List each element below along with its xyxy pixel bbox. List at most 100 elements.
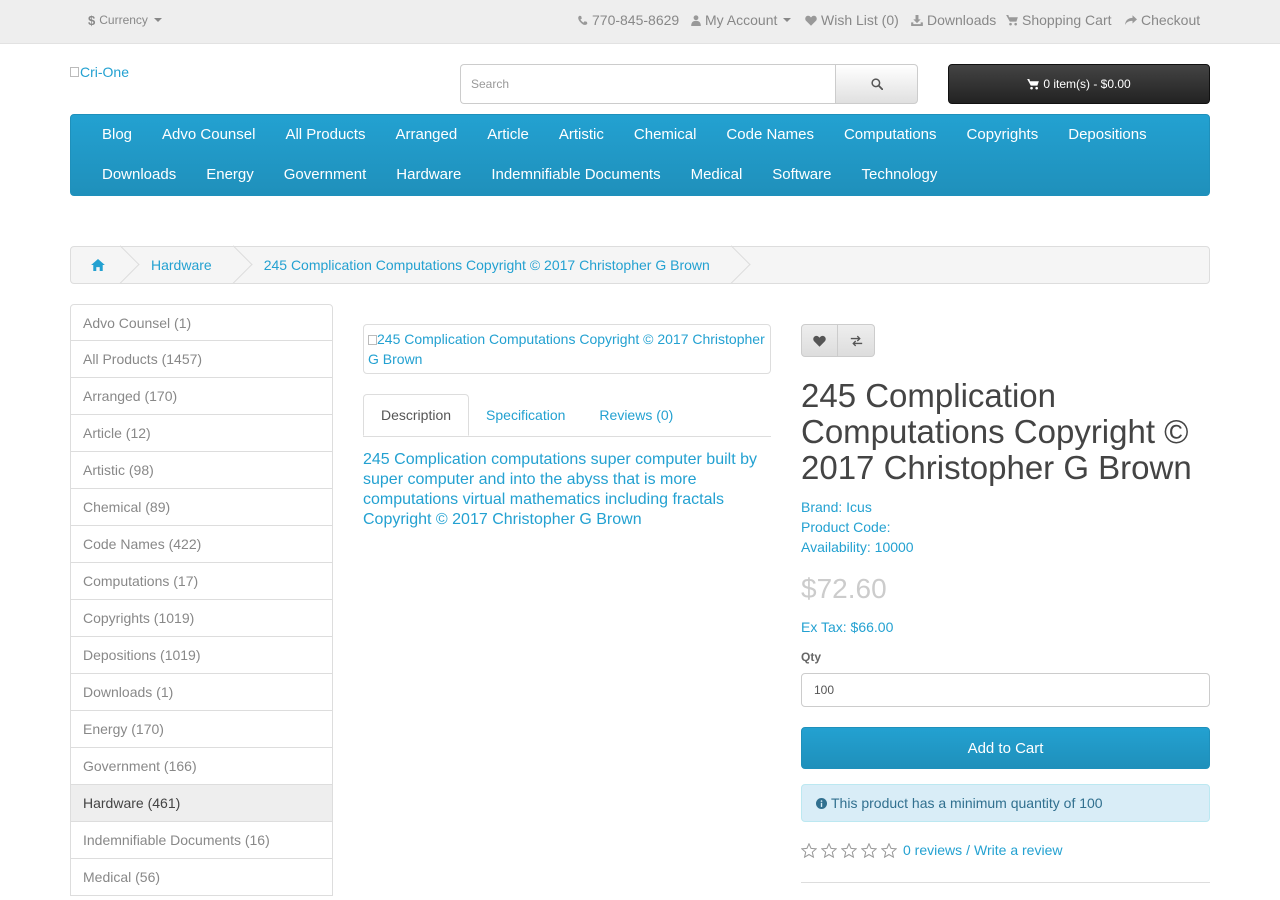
home-icon: [91, 259, 105, 271]
downloads-label: Downloads: [927, 12, 997, 28]
sidebar-item-energy[interactable]: Energy (170): [70, 711, 333, 748]
menu-item-copyrights[interactable]: Copyrights: [952, 115, 1054, 155]
menu-item-all-products[interactable]: All Products: [270, 115, 380, 155]
breadcrumb-home[interactable]: [71, 247, 125, 283]
menu-item-software[interactable]: Software: [757, 155, 846, 195]
star-empty-icon: [821, 842, 837, 858]
cart-summary: 0 item(s) - $0.00: [1043, 77, 1131, 91]
menu-item-computations[interactable]: Computations: [829, 115, 952, 155]
menu-item-artistic[interactable]: Artistic: [544, 115, 619, 155]
checkout-link[interactable]: Checkout: [1125, 0, 1200, 40]
product-image-alt: 245 Complication Computations Copyright …: [368, 331, 765, 367]
breadcrumb-item-hardware[interactable]: Hardware: [125, 247, 238, 283]
brand-label: Brand:: [801, 499, 843, 515]
ex-tax-price: Ex Tax: $66.00: [801, 619, 894, 635]
heart-icon: [805, 15, 817, 26]
shopping-cart-link[interactable]: Shopping Cart: [1006, 0, 1112, 40]
search-input[interactable]: [460, 64, 835, 104]
breadcrumb: Hardware 245 Complication Computations C…: [70, 246, 1210, 284]
compare-button[interactable]: [838, 324, 875, 357]
menu-item-hardware[interactable]: Hardware: [381, 155, 476, 195]
star-empty-icon: [881, 842, 897, 858]
phone-link[interactable]: 770-845-8629: [577, 0, 679, 40]
sidebar-item-medical[interactable]: Medical (56): [70, 859, 333, 896]
menu-item-arranged[interactable]: Arranged: [380, 115, 472, 155]
qty-label: Qty: [801, 650, 822, 664]
brand-row: Brand: Icus: [801, 497, 914, 517]
sidebar-item-artistic[interactable]: Artistic (98): [70, 452, 333, 489]
sidebar-item-code-names[interactable]: Code Names (422): [70, 526, 333, 563]
breadcrumb-item-product[interactable]: 245 Complication Computations Copyright …: [238, 247, 736, 283]
product-image[interactable]: 245 Complication Computations Copyright …: [363, 324, 771, 374]
downloads-link[interactable]: Downloads: [911, 0, 996, 40]
search-bar: [460, 64, 918, 104]
caret-down-icon: [153, 18, 162, 22]
info-circle-icon: [816, 797, 827, 809]
checkout-label: Checkout: [1141, 12, 1201, 28]
wish-list-link[interactable]: Wish List (0): [805, 0, 899, 40]
store-logo[interactable]: Cri-One: [70, 64, 129, 80]
product-meta: Brand: Icus Product Code: Availability: …: [801, 497, 914, 557]
divider: [801, 882, 1210, 883]
caret-down-icon: [783, 18, 792, 22]
user-icon: [691, 14, 701, 26]
sidebar-item-government[interactable]: Government (166): [70, 748, 333, 785]
menu-item-chemical[interactable]: Chemical: [619, 115, 712, 155]
sidebar-item-computations[interactable]: Computations (17): [70, 563, 333, 600]
rating-separator: /: [966, 842, 971, 858]
cart-button[interactable]: 0 item(s) - $0.00: [948, 64, 1210, 104]
search-icon: [870, 78, 883, 90]
add-to-cart-button[interactable]: Add to Cart: [801, 727, 1210, 769]
wishlist-compare-group: [801, 324, 875, 357]
quantity-input[interactable]: [801, 673, 1210, 707]
tab-reviews[interactable]: Reviews (0): [582, 394, 690, 435]
broken-image-icon: [368, 335, 377, 345]
sidebar-item-copyrights[interactable]: Copyrights (1019): [70, 600, 333, 637]
category-menu: Blog Advo Counsel All Products Arranged …: [70, 114, 1210, 196]
write-review-link[interactable]: Write a review: [974, 842, 1062, 858]
my-account-label: My Account: [705, 12, 778, 28]
my-account-dropdown[interactable]: My Account: [691, 0, 792, 40]
wish-list-label: Wish List (0): [821, 12, 899, 28]
add-to-wishlist-button[interactable]: [801, 324, 838, 357]
menu-item-article[interactable]: Article: [472, 115, 544, 155]
tab-description[interactable]: Description: [363, 394, 470, 436]
tab-specification[interactable]: Specification: [469, 394, 582, 435]
category-sidebar: Advo Counsel (1) All Products (1457) Arr…: [70, 304, 333, 896]
brand-link[interactable]: Icus: [846, 499, 872, 515]
star-empty-icon: [841, 842, 857, 858]
sidebar-item-all-products[interactable]: All Products (1457): [70, 341, 333, 378]
search-button[interactable]: [835, 64, 918, 104]
top-bar: $ Currency 770-845-8629 My Account Wish …: [0, 0, 1280, 44]
menu-item-energy[interactable]: Energy: [191, 155, 269, 195]
product-code: Product Code:: [801, 519, 891, 535]
star-empty-icon: [801, 842, 817, 858]
menu-item-indemnifiable-documents[interactable]: Indemnifiable Documents: [476, 155, 675, 195]
sidebar-item-downloads[interactable]: Downloads (1): [70, 674, 333, 711]
sidebar-item-article[interactable]: Article (12): [70, 415, 333, 452]
rating-links: 0 reviews / Write a review: [903, 842, 1062, 858]
menu-item-code-names[interactable]: Code Names: [711, 115, 829, 155]
menu-item-government[interactable]: Government: [269, 155, 382, 195]
broken-image-icon: [70, 67, 79, 77]
sidebar-item-indemnifiable-documents[interactable]: Indemnifiable Documents (16): [70, 822, 333, 859]
dollar-icon: $: [88, 12, 96, 28]
menu-item-advo-counsel[interactable]: Advo Counsel: [147, 115, 270, 155]
currency-dropdown[interactable]: $ Currency: [88, 0, 162, 40]
sidebar-item-hardware[interactable]: Hardware (461): [70, 785, 333, 822]
menu-item-blog[interactable]: Blog: [87, 115, 147, 155]
menu-item-depositions[interactable]: Depositions: [1053, 115, 1161, 155]
sidebar-item-chemical[interactable]: Chemical (89): [70, 489, 333, 526]
min-quantity-alert: This product has a minimum quantity of 1…: [801, 784, 1210, 822]
product-price: $72.60: [801, 573, 887, 604]
menu-item-technology[interactable]: Technology: [846, 155, 952, 195]
reviews-count-link[interactable]: 0 reviews: [903, 842, 962, 858]
download-icon: [911, 14, 923, 26]
sidebar-item-arranged[interactable]: Arranged (170): [70, 378, 333, 415]
menu-item-medical[interactable]: Medical: [676, 155, 758, 195]
exchange-icon: [850, 335, 863, 347]
sidebar-item-advo-counsel[interactable]: Advo Counsel (1): [70, 304, 333, 341]
menu-item-downloads[interactable]: Downloads: [87, 155, 191, 195]
sidebar-item-depositions[interactable]: Depositions (1019): [70, 637, 333, 674]
min-quantity-text: This product has a minimum quantity of 1…: [831, 795, 1103, 811]
